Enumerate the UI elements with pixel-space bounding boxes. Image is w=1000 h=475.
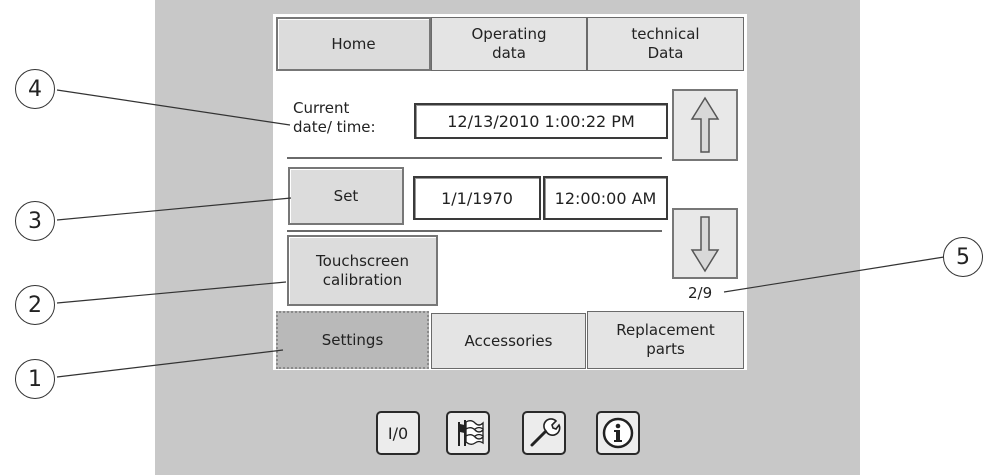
callout-4: 4 bbox=[15, 69, 55, 109]
callout-1: 1 bbox=[15, 359, 55, 399]
callout-2: 2 bbox=[15, 285, 55, 325]
callout-3: 3 bbox=[15, 201, 55, 241]
callout-leader-lines bbox=[56, 89, 945, 378]
callout-5: 5 bbox=[943, 237, 983, 277]
